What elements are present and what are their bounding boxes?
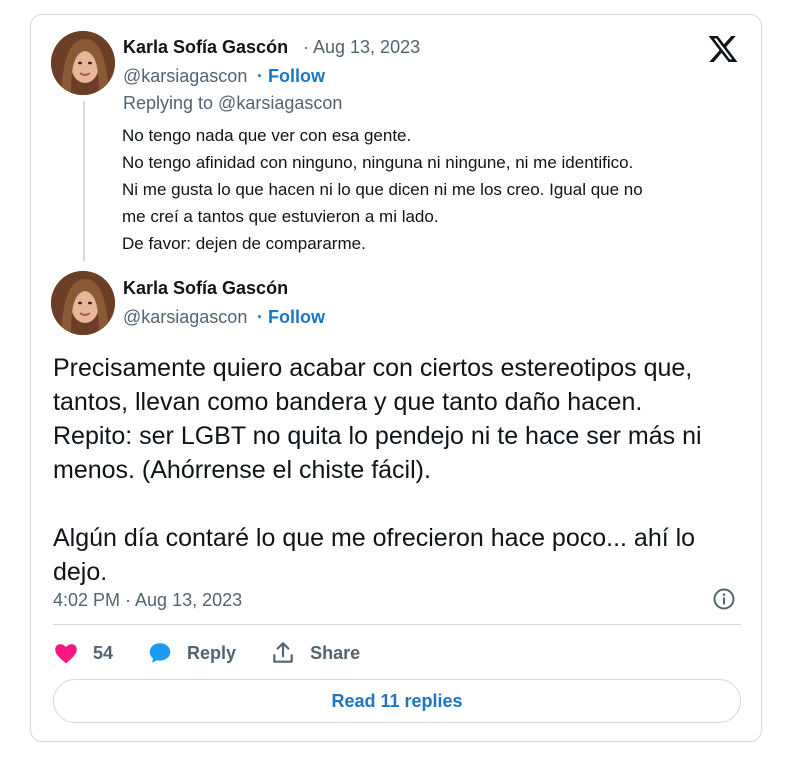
x-logo-icon[interactable] [707,33,739,65]
reply-tweet-text: No tengo nada que ver con esa gente. No … [122,122,742,257]
author-handle[interactable]: @karsiagascon [123,66,247,87]
share-label: Share [310,642,361,663]
author-name[interactable]: Karla Sofía Gascón [123,37,288,58]
reply-bubble-icon [149,643,171,663]
follow-link[interactable]: · Follow [257,66,325,87]
text-line: dejo. [53,558,108,586]
main-tweet-text: Precisamente quiero acabar con ciertos e… [53,351,743,589]
text-line: menos. (Ahórrense el chiste fácil). [53,456,431,484]
share-button[interactable]: Share [270,640,360,666]
text-line: No tengo nada que ver con esa gente. [122,126,412,145]
avatar[interactable] [51,271,115,335]
divider [53,624,741,625]
like-count: 54 [93,642,114,663]
replying-to: Replying to @karsiagascon [123,93,343,113]
heart-icon [55,644,77,664]
text-line [53,487,743,521]
text-line: Precisamente quiero acabar con ciertos e… [53,354,693,382]
share-icon [273,642,293,663]
tweet-date[interactable]: · Aug 13, 2023 [303,37,420,58]
text-line: De favor: dejen de compararme. [122,234,366,253]
tweet-embed-card: Karla Sofía Gascón · Aug 13, 2023 @karsi… [30,14,762,742]
text-line: Ni me gusta lo que hacen ni lo que dicen… [122,180,643,199]
like-button[interactable]: 54 [53,640,113,666]
follow-link[interactable]: · Follow [257,307,325,328]
thread-line [83,101,85,261]
reply-label: Reply [187,642,237,663]
info-icon[interactable] [712,587,736,611]
avatar[interactable] [51,31,115,95]
text-line: tantos, llevan como bandera y que tanto … [53,388,643,416]
reply-button[interactable]: Reply [147,640,236,666]
text-line: No tengo afinidad con ninguno, ninguna n… [122,153,634,172]
action-bar: 54 Reply Share [53,637,394,669]
text-line: Algún día contaré lo que me ofrecieron h… [53,524,696,552]
text-line: me creí a tantos que estuvieron a mi lad… [122,207,439,226]
tweet-timestamp[interactable]: 4:02 PM · Aug 13, 2023 [53,590,242,611]
text-line: Repito: ser LGBT no quita lo pendejo ni … [53,422,702,450]
read-replies-button[interactable]: Read 11 replies [53,679,741,723]
author-handle[interactable]: @karsiagascon [123,307,247,328]
author-name[interactable]: Karla Sofía Gascón [123,278,288,299]
